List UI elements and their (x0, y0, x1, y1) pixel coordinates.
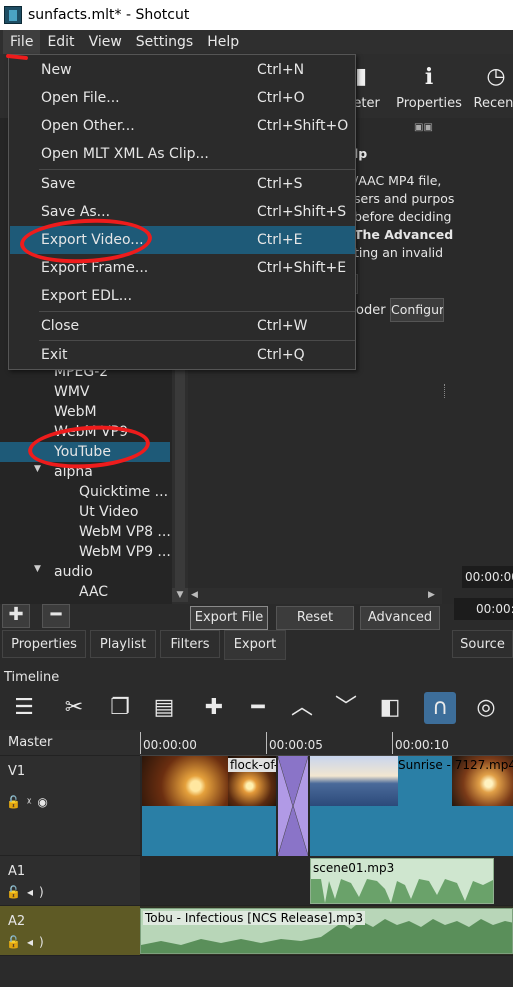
toolbar-recent[interactable]: ◷ Recent (472, 64, 513, 111)
shotcut-app-icon (4, 6, 22, 24)
tab-source[interactable]: Source (452, 630, 513, 658)
menu-item-save[interactable]: Save Ctrl+S (10, 170, 355, 198)
preset-group[interactable]: audio (54, 564, 93, 580)
lock-icon[interactable]: 🔓 (6, 885, 27, 899)
transition-cross-icon (278, 756, 308, 856)
preset-item[interactable]: WebM VP8 ... (79, 524, 171, 540)
timeline-footer (0, 956, 513, 987)
window-title: sunfacts.mlt* - Shotcut (28, 7, 190, 23)
audio-clip[interactable]: Tobu - Infectious [NCS Release].mp3 (140, 908, 513, 954)
timeline-ruler[interactable]: 00:00:00 00:00:05 00:00:10 (140, 730, 513, 756)
clip-thumbnail (310, 756, 398, 806)
menu-item-open-other[interactable]: Open Other... Ctrl+Shift+O (10, 112, 355, 140)
timeline-title: Timeline (4, 670, 60, 685)
track-v1[interactable]: flock-of- Sunrise - 7127.mp4 (140, 756, 513, 856)
video-clip[interactable]: Sunrise - 7127.mp4 (310, 756, 513, 856)
remove-preset-button[interactable]: ━ (42, 604, 70, 628)
track-header-master[interactable]: Master (0, 730, 140, 756)
timecode-display: 00:00:00 (462, 566, 513, 588)
expander-arrow-icon[interactable]: ▼ (34, 464, 41, 474)
track-header-a2[interactable]: A2 🔓◂) (0, 906, 140, 956)
add-preset-button[interactable]: ✚ (2, 604, 30, 628)
preset-item[interactable]: Quicktime ... (79, 484, 168, 500)
tab-properties[interactable]: Properties (2, 630, 86, 658)
preset-item[interactable]: WebM (54, 404, 97, 420)
mute-icon[interactable]: ᵡ (27, 795, 37, 809)
configure-button[interactable]: Configur (390, 298, 444, 322)
menu-item-close[interactable]: Close Ctrl+W (10, 312, 355, 340)
clip-label: Tobu - Infectious [NCS Release].mp3 (143, 911, 366, 925)
speaker-icon[interactable]: ◂) (27, 935, 50, 949)
menu-icon[interactable]: ☰ (10, 694, 38, 722)
menu-file[interactable]: File (3, 30, 41, 54)
expander-arrow-icon[interactable]: ▼ (34, 564, 41, 574)
menu-help[interactable]: Help (200, 30, 246, 54)
preset-item[interactable]: Ut Video (79, 504, 138, 520)
menu-edit[interactable]: Edit (40, 30, 81, 54)
lock-icon[interactable]: 🔓 (6, 935, 27, 949)
overwrite-icon[interactable]: ﹀ (332, 694, 360, 722)
scrub-eye-icon[interactable]: ◎ (472, 694, 500, 722)
eye-icon[interactable]: ◉ (37, 795, 53, 809)
remove-icon[interactable]: ━ (244, 694, 272, 722)
preset-item[interactable]: WebM VP9 ... (79, 544, 171, 560)
help-text: /AAC MP4 file, sers and purpos before de… (354, 173, 455, 260)
menu-item-export-edl[interactable]: Export EDL... (10, 282, 355, 310)
preset-item[interactable]: WMV (54, 384, 90, 400)
menu-settings[interactable]: Settings (129, 30, 200, 54)
export-file-button[interactable]: Export File (190, 606, 268, 630)
scroll-down-icon[interactable]: ▼ (172, 588, 188, 602)
properties-hscrollbar[interactable]: ◀ ▶ (188, 588, 442, 604)
advanced-button[interactable]: Advanced (360, 606, 440, 630)
info-icon: i (424, 64, 434, 90)
video-clip[interactable]: flock-of- (142, 756, 276, 856)
snap-magnet-icon[interactable]: ∩ (424, 692, 456, 724)
clip-label: Sunrise - 7127.mp4 (398, 758, 513, 772)
tab-export[interactable]: Export (224, 630, 286, 660)
scroll-right-icon[interactable]: ▶ (428, 590, 435, 600)
reset-button[interactable]: Reset (276, 606, 354, 630)
preset-item[interactable]: AAC (79, 584, 108, 600)
track-a1[interactable]: scene01.mp3 (140, 856, 513, 906)
menu-item-open-file[interactable]: Open File... Ctrl+O (10, 84, 355, 112)
dock-float-close-icon[interactable]: ▣▣ (414, 122, 433, 133)
track-header-a1[interactable]: A1 🔓◂) (0, 856, 140, 906)
ruler-label: 00:00:10 (395, 738, 449, 752)
timeline-toolbar: ☰ ✂ ❐ ▤ ✚ ━ ︿ ﹀ ◧ ∩ ◎ (0, 686, 513, 728)
lock-icon[interactable]: 🔓 (6, 795, 27, 809)
title-bar: sunfacts.mlt* - Shotcut (0, 0, 513, 30)
toolbar-properties[interactable]: i Properties (396, 64, 462, 111)
file-menu: New Ctrl+N Open File... Ctrl+O Open Other.… (8, 54, 356, 370)
timecode-display: 00:00: (454, 598, 513, 620)
menu-item-exit[interactable]: Exit Ctrl+Q (10, 341, 355, 369)
scroll-left-icon[interactable]: ◀ (191, 590, 198, 600)
paste-icon[interactable]: ▤ (150, 694, 178, 722)
codec-label: oder (356, 303, 386, 318)
split-icon[interactable]: ◧ (376, 694, 404, 722)
audio-waveform (311, 879, 493, 903)
tab-filters[interactable]: Filters (160, 630, 220, 658)
tab-playlist[interactable]: Playlist (90, 630, 156, 658)
track-header-v1[interactable]: V1 🔓ᵡ◉ (0, 756, 140, 856)
menu-item-new[interactable]: New Ctrl+N (10, 56, 355, 84)
cut-icon[interactable]: ✂ (60, 694, 88, 722)
transition-clip[interactable] (278, 756, 308, 856)
append-icon[interactable]: ✚ (200, 694, 228, 722)
ruler-label: 00:00:00 (143, 738, 197, 752)
speaker-icon[interactable]: ◂) (27, 885, 50, 899)
menu-bar: File Edit View Settings Help (0, 30, 513, 54)
ruler-label: 00:00:05 (269, 738, 323, 752)
copy-icon[interactable]: ❐ (106, 694, 134, 722)
clock-icon: ◷ (486, 64, 506, 89)
lift-icon[interactable]: ︿ (288, 694, 316, 722)
audio-clip[interactable]: scene01.mp3 (310, 858, 494, 904)
menu-item-open-mlt-xml[interactable]: Open MLT XML As Clip... (10, 140, 355, 168)
splitter-handle[interactable] (444, 384, 446, 398)
track-a2[interactable]: Tobu - Infectious [NCS Release].mp3 (140, 906, 513, 956)
clip-label: flock-of- (228, 758, 276, 772)
menu-view[interactable]: View (82, 30, 129, 54)
